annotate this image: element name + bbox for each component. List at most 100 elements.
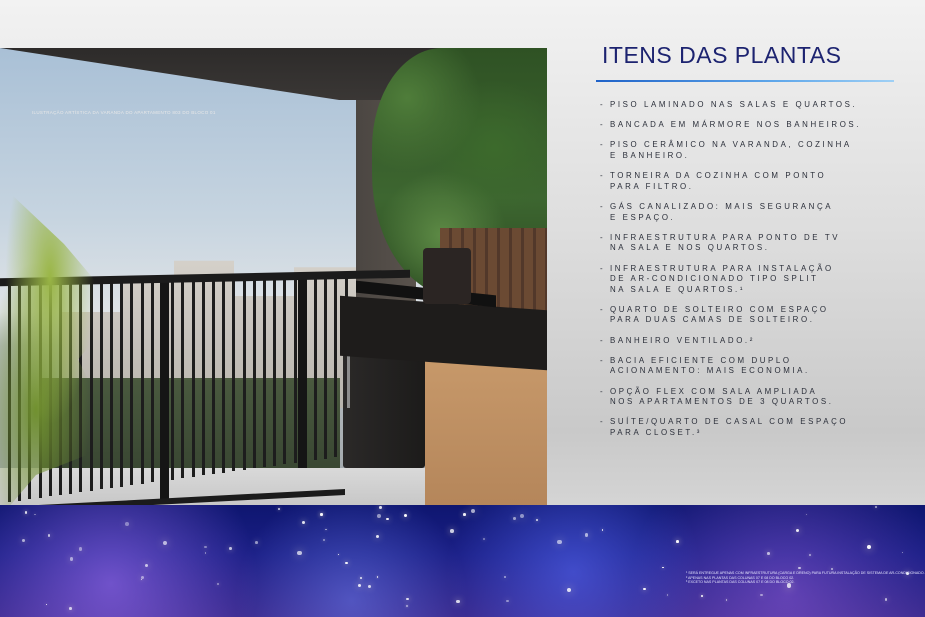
sparkle	[358, 583, 362, 588]
bullet-dash: -	[600, 304, 606, 314]
features-list: - PISO LAMINADO NAS SALAS E QUARTOS. - BANC…	[600, 100, 900, 448]
railing-bar	[242, 275, 246, 470]
sparkle	[456, 600, 460, 604]
sparkle	[557, 540, 562, 545]
feature-line: TORNEIRA DA COZINHA COM PONTO	[610, 171, 827, 181]
sparkle	[204, 545, 207, 549]
sparkle	[163, 541, 168, 546]
sparkle	[643, 587, 646, 591]
bullet-dash: -	[600, 417, 606, 427]
sparkle	[69, 607, 72, 610]
sparkle	[520, 513, 525, 519]
sparkle	[79, 547, 83, 551]
sparkle	[506, 599, 509, 603]
railing-post	[160, 280, 169, 500]
feature-line: BANHEIRO VENTILADO.²	[610, 335, 755, 345]
railing-bar	[222, 275, 226, 473]
sparkle	[806, 513, 808, 515]
balcony-photo: Ilustração artística da varanda do apart…	[0, 48, 547, 528]
railing-bar	[171, 276, 175, 480]
sparkle	[325, 529, 327, 531]
bullet-dash: -	[600, 171, 606, 181]
feature-line: BACIA EFICIENTE COM DUPLO	[610, 355, 792, 365]
sparkle	[144, 563, 148, 568]
sparkle	[676, 540, 679, 544]
brochure-page: Ilustração artística da varanda do apart…	[0, 0, 925, 617]
footnotes: ¹ SERÁ ENTREGUE APENAS COM INFRAESTRUTUR…	[686, 571, 925, 585]
feature-line: NOS APARTAMENTOS DE 3 QUARTOS.	[610, 397, 834, 407]
sparkle	[125, 522, 129, 527]
railing-bar	[232, 275, 236, 472]
feature-line: PISO CERÂMICO NA VARANDA, COZINHA	[610, 140, 852, 150]
sparkle	[379, 505, 383, 509]
bullet-dash: -	[600, 355, 606, 365]
feature-line: PARA DUAS CAMAS DE SOLTEIRO.	[610, 315, 815, 325]
sparkle	[830, 567, 833, 570]
sparkle	[482, 538, 485, 540]
feature-line: ACIONAMENTO: MAIS ECONOMIA.	[610, 366, 810, 376]
feature-line: PARA CLOSET.³	[610, 428, 702, 437]
feature-item: - INFRAESTRUTURA PARA PONTO DE TV NA SALA …	[600, 233, 900, 254]
sparkle	[403, 514, 407, 518]
sparkle	[662, 566, 664, 569]
sparkle	[47, 534, 51, 538]
feature-item: - SUÍTE/QUARTO DE CASAL COM ESPAÇO PARA CL…	[600, 417, 900, 438]
sparkle	[367, 584, 371, 588]
footnote: ³ EXCETO NAS PLANTAS DAS COLUNAS 07 E 08…	[686, 580, 795, 585]
sparkle	[302, 521, 306, 525]
sparkle	[701, 595, 704, 598]
sparkle	[216, 583, 219, 585]
feature-line: PARA FILTRO.	[610, 181, 694, 191]
railing-bar	[263, 275, 266, 467]
bullet-dash: -	[600, 263, 606, 273]
railing-bar	[293, 274, 297, 463]
sparkle	[535, 518, 538, 521]
sparkle	[360, 577, 362, 579]
sparkle	[867, 545, 872, 550]
sparkle	[901, 551, 904, 554]
sparkle	[666, 594, 668, 596]
railing-bar	[283, 274, 287, 465]
feature-line: DE AR-CONDICIONADO TIPO SPLIT	[610, 274, 819, 284]
sparkle	[377, 514, 381, 518]
sparkle	[798, 566, 801, 570]
feature-line: PISO LAMINADO NAS SALAS E QUARTOS.	[610, 100, 858, 109]
feature-line: NA SALA E NOS QUARTOS.	[610, 243, 770, 253]
sparkle	[566, 587, 571, 593]
sparkle	[25, 511, 28, 514]
feature-item: - BANCADA EM MÁRMORE NOS BANHEIROS.	[600, 120, 900, 131]
feature-item: - PISO LAMINADO NAS SALAS E QUARTOS.	[600, 100, 900, 111]
railing-bar	[201, 276, 205, 476]
feature-line: INFRAESTRUTURA PARA INSTALAÇÃO	[610, 263, 834, 273]
sparkle	[450, 529, 454, 533]
footnote: ¹ SERÁ ENTREGUE APENAS COM INFRAESTRUTUR…	[686, 571, 925, 575]
section-title: ITENS DAS PLANTAS	[602, 42, 842, 68]
feature-item: - BANHEIRO VENTILADO.²	[600, 336, 900, 347]
photo-caption: Ilustração artística da varanda do apart…	[32, 110, 216, 115]
title-underline	[596, 80, 894, 82]
sparkle	[255, 541, 259, 545]
feature-line: E ESPAÇO.	[610, 212, 676, 222]
bullet-dash: -	[600, 140, 606, 150]
sparkle	[385, 517, 389, 521]
bullet-dash: -	[600, 120, 606, 130]
feature-line: BANCADA EM MÁRMORE NOS BANHEIROS.	[610, 120, 862, 130]
sparkle	[875, 505, 878, 508]
sparkle	[345, 561, 348, 565]
sparkle	[141, 579, 143, 581]
sparkle	[337, 554, 339, 556]
railing-bar	[334, 273, 338, 458]
sparkle	[767, 552, 770, 555]
sparkle	[70, 557, 74, 561]
railing-bar	[130, 277, 134, 486]
railing-bar	[120, 277, 124, 487]
sparkle	[204, 552, 207, 554]
feature-line: OPÇÃO FLEX COM SALA AMPLIADA	[610, 386, 818, 396]
sparkle	[584, 533, 589, 537]
sparkle	[808, 554, 811, 557]
bullet-dash: -	[600, 100, 606, 109]
feature-item: - GÁS CANALIZADO: MAIS SEGURANÇA E ESPAÇO.	[600, 202, 900, 223]
railing-bar	[324, 273, 328, 459]
sparkle	[278, 508, 280, 510]
railing-bar	[150, 277, 154, 483]
